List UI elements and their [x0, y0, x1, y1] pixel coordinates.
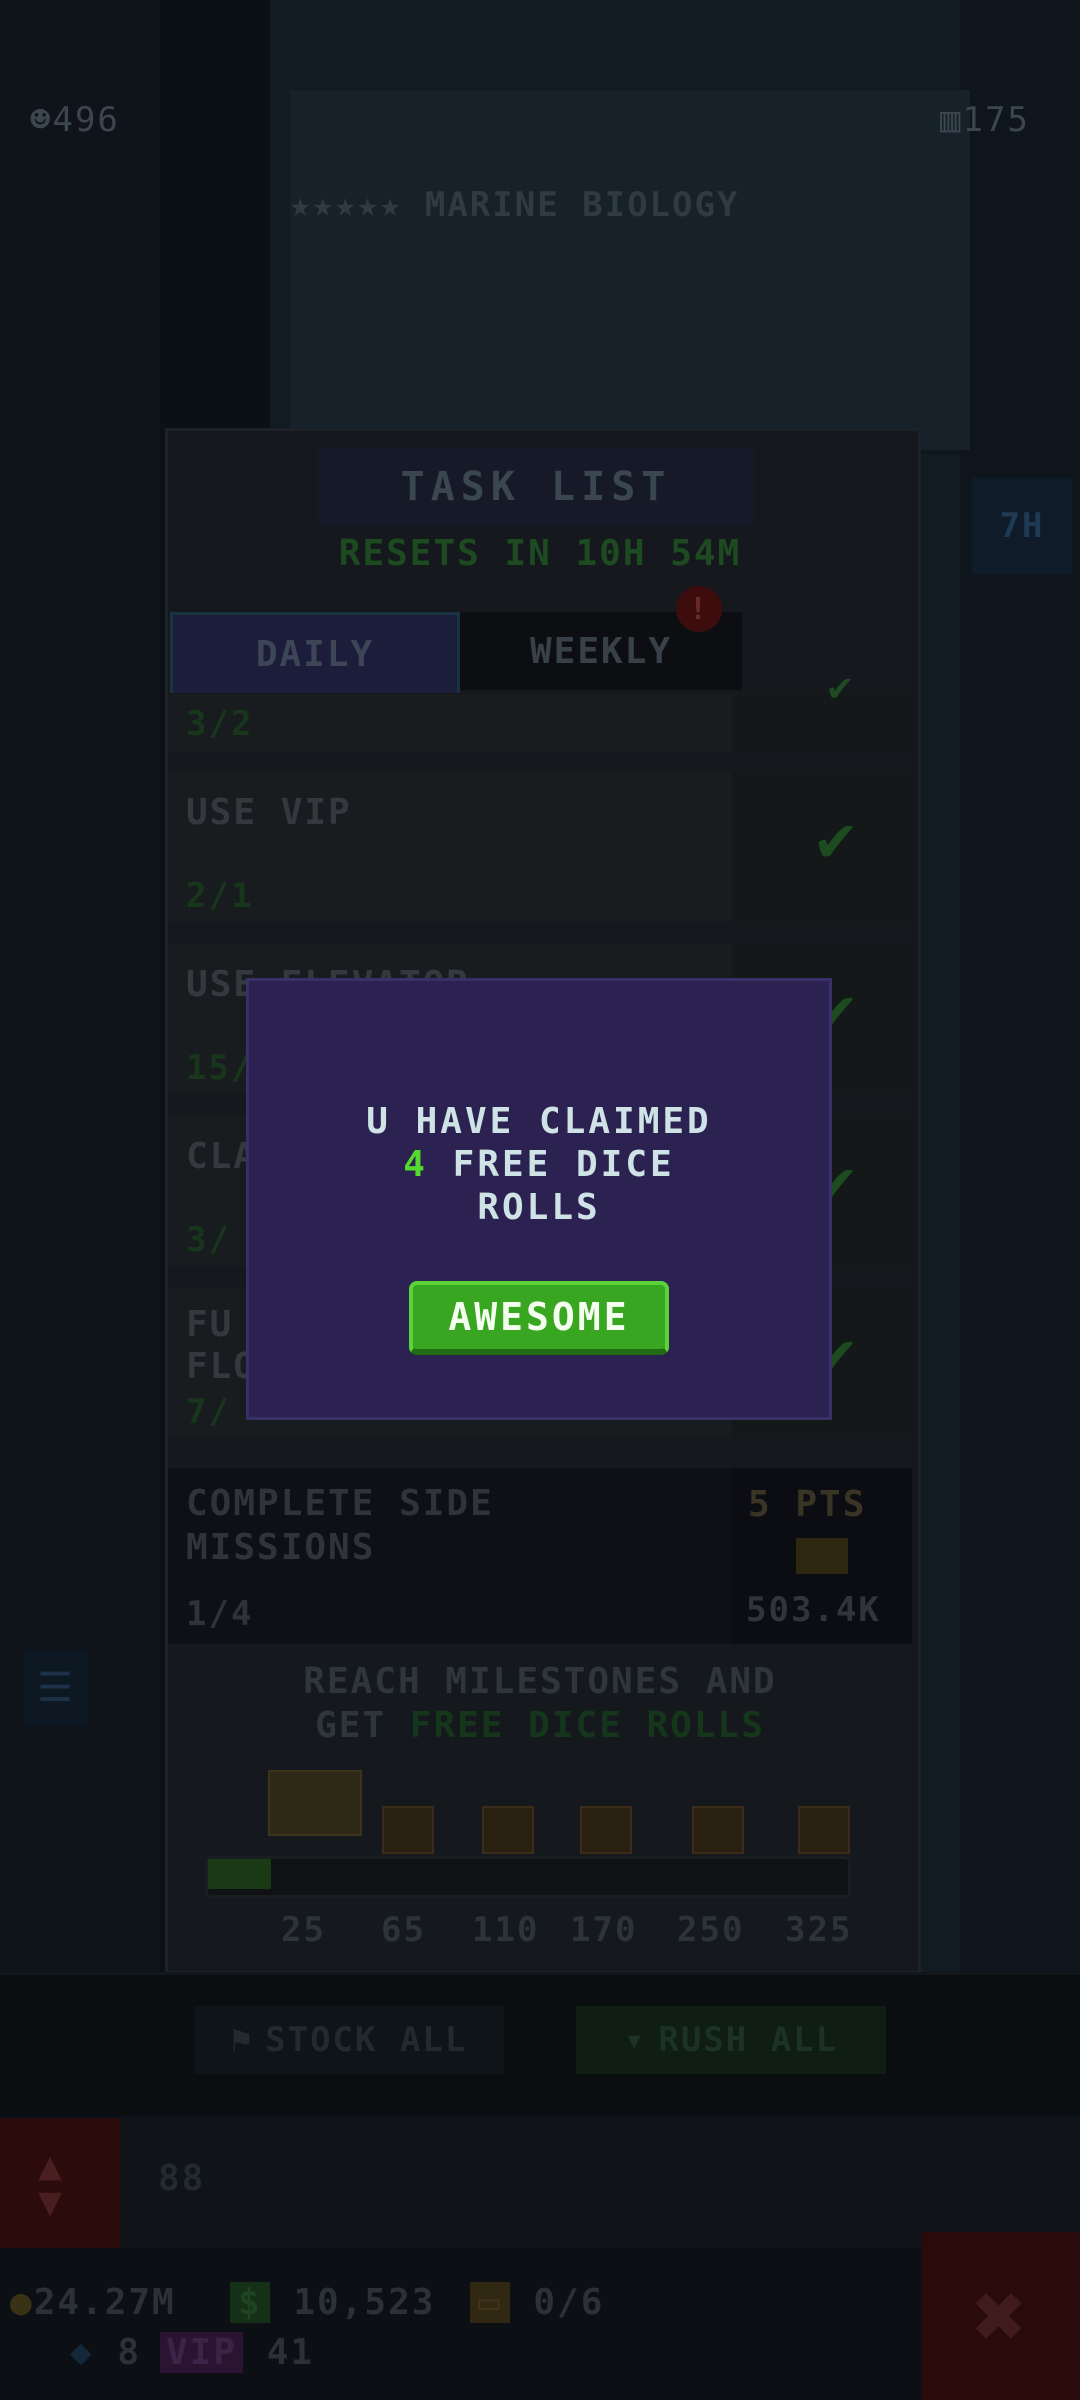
- milestone-description: REACH MILESTONES AND GET FREE DICE ROLLS: [165, 1660, 915, 1748]
- task-row: 3/2 ✔: [168, 664, 912, 752]
- side-mission-label: COMPLETE SIDE MISSIONS: [186, 1482, 494, 1570]
- rush-all-button[interactable]: ▾ RUSH ALL: [576, 2006, 886, 2074]
- top-right-counter: ▥175: [940, 100, 1030, 140]
- task-progress: 2/1: [186, 876, 254, 916]
- people-icon: ☻: [30, 100, 53, 140]
- check-icon: ✔: [827, 664, 854, 710]
- bux-counter: $ 10,523: [230, 2282, 435, 2323]
- milestone-chest-icon[interactable]: [692, 1806, 744, 1854]
- task-label: USE VIP: [186, 792, 352, 833]
- ticket-icon: ▭: [470, 2282, 510, 2323]
- gems-value: 8: [117, 2332, 142, 2373]
- coins-value: 24.27M: [33, 2282, 176, 2323]
- close-button[interactable]: ✖: [922, 2232, 1080, 2400]
- floor-stars: ★★★★★: [290, 185, 403, 225]
- side-mission-progress: 1/4: [186, 1594, 254, 1634]
- reset-timer: RESETS IN 10H 54M: [338, 533, 742, 574]
- floor-name: MARINE BIOLOGY: [424, 185, 740, 225]
- currency-bar: [0, 2248, 1080, 2400]
- milestone-chest-icon[interactable]: [482, 1806, 534, 1854]
- coin-icon: ●: [10, 2282, 34, 2323]
- side-mission-row: 5 PTS 503.4K COMPLETE SIDE MISSIONS 1/4: [168, 1468, 912, 1644]
- milestone-chest-icon[interactable]: [798, 1806, 850, 1854]
- bux-value: 10,523: [293, 2282, 436, 2323]
- reward-icon: [796, 1538, 848, 1574]
- milestone-value: 250: [677, 1910, 745, 1950]
- rush-all-label: RUSH ALL: [658, 2020, 839, 2060]
- vip-counter: VIP 41: [160, 2332, 314, 2373]
- claim-message-line2-text: FREE DICE: [452, 1144, 675, 1185]
- close-icon: ✖: [972, 2263, 1030, 2369]
- milestone-text-line1: REACH MILESTONES AND: [303, 1661, 777, 1702]
- side-mission-label-line1: COMPLETE SIDE: [186, 1483, 494, 1524]
- top-left-count: 496: [52, 100, 120, 140]
- stock-all-button[interactable]: ⚑ STOCK ALL: [194, 2006, 504, 2074]
- gem-icon: ◆: [70, 2332, 94, 2373]
- floor-number: 88: [158, 2158, 206, 2199]
- action-bar: [0, 1972, 1080, 2115]
- milestone-value: 170: [570, 1910, 638, 1950]
- task-reward-area: [732, 694, 912, 752]
- top-right-count: 175: [962, 100, 1030, 140]
- building-icon: ▥: [940, 100, 963, 140]
- vip-value: 41: [266, 2332, 315, 2373]
- tickets-value: 0/6: [533, 2282, 605, 2323]
- claim-message: U HAVE CLAIMED 4 FREE DICE ROLLS: [246, 1100, 832, 1229]
- milestone-progress-track: [205, 1856, 851, 1898]
- elevator-arrows-icon: ▲ ▼: [38, 2143, 65, 2225]
- side-mission-reward[interactable]: 5 PTS 503.4K: [732, 1468, 912, 1644]
- task-progress: 3/: [186, 1220, 231, 1260]
- task-progress: 3/2: [186, 704, 254, 744]
- task-row: USE VIP 2/1 ✔: [168, 772, 912, 922]
- task-progress: 7/: [186, 1392, 231, 1432]
- floor-marine-biology[interactable]: [290, 90, 970, 274]
- claim-message-line3: ROLLS: [477, 1187, 601, 1228]
- tab-daily[interactable]: DAILY: [170, 612, 460, 693]
- weekly-alert-badge: !: [676, 586, 722, 632]
- claim-message-line1: U HAVE CLAIMED: [366, 1101, 712, 1142]
- rush-icon: ▾: [623, 2020, 647, 2060]
- side-timer[interactable]: 7H: [972, 478, 1072, 574]
- stock-all-label: STOCK ALL: [265, 2020, 468, 2060]
- milestone-text-prefix: GET: [315, 1705, 410, 1746]
- elevator-button[interactable]: ▲ ▼: [0, 2118, 120, 2248]
- milestone-chest-icon[interactable]: [580, 1806, 632, 1854]
- milestone-chest-icon[interactable]: [382, 1806, 434, 1854]
- coins-counter: ●24.27M: [10, 2282, 176, 2323]
- bux-icon: $: [230, 2282, 270, 2323]
- milestone-value: 325: [785, 1910, 853, 1950]
- task-list-title: TASK LIST: [318, 448, 754, 526]
- side-mission-points: 5 PTS: [748, 1484, 867, 1525]
- top-left-counter: ☻496: [30, 100, 120, 140]
- stock-icon: ⚑: [230, 2020, 254, 2060]
- milestone-progress-fill: [208, 1859, 271, 1889]
- task-progress: 15/: [186, 1048, 254, 1088]
- milestone-text-line2: GET FREE DICE ROLLS: [165, 1704, 915, 1748]
- milestone-value: 65: [381, 1910, 426, 1950]
- milestone-value: 25: [281, 1910, 326, 1950]
- check-icon: ✔: [816, 802, 857, 876]
- side-mission-reward-value: 503.4K: [746, 1590, 881, 1630]
- menu-icon[interactable]: ☰: [24, 1650, 88, 1726]
- milestone-claimed-icon: [268, 1770, 362, 1836]
- floor-name-label: ★★★★★ MARINE BIOLOGY: [290, 185, 739, 225]
- claim-message-line2: 4 FREE DICE: [246, 1143, 832, 1186]
- gems-counter: ◆ 8: [70, 2332, 141, 2373]
- awesome-button[interactable]: AWESOME: [409, 1281, 669, 1355]
- milestone-value: 110: [472, 1910, 540, 1950]
- tickets-counter: ▭ 0/6: [470, 2282, 604, 2323]
- claim-count: 4: [403, 1144, 428, 1185]
- right-scenery: [960, 0, 1080, 2000]
- side-mission-label-line2: MISSIONS: [186, 1527, 376, 1568]
- floor-lower[interactable]: [290, 270, 970, 454]
- milestone-text-highlight: FREE DICE ROLLS: [409, 1705, 765, 1746]
- vip-icon: VIP: [160, 2332, 244, 2373]
